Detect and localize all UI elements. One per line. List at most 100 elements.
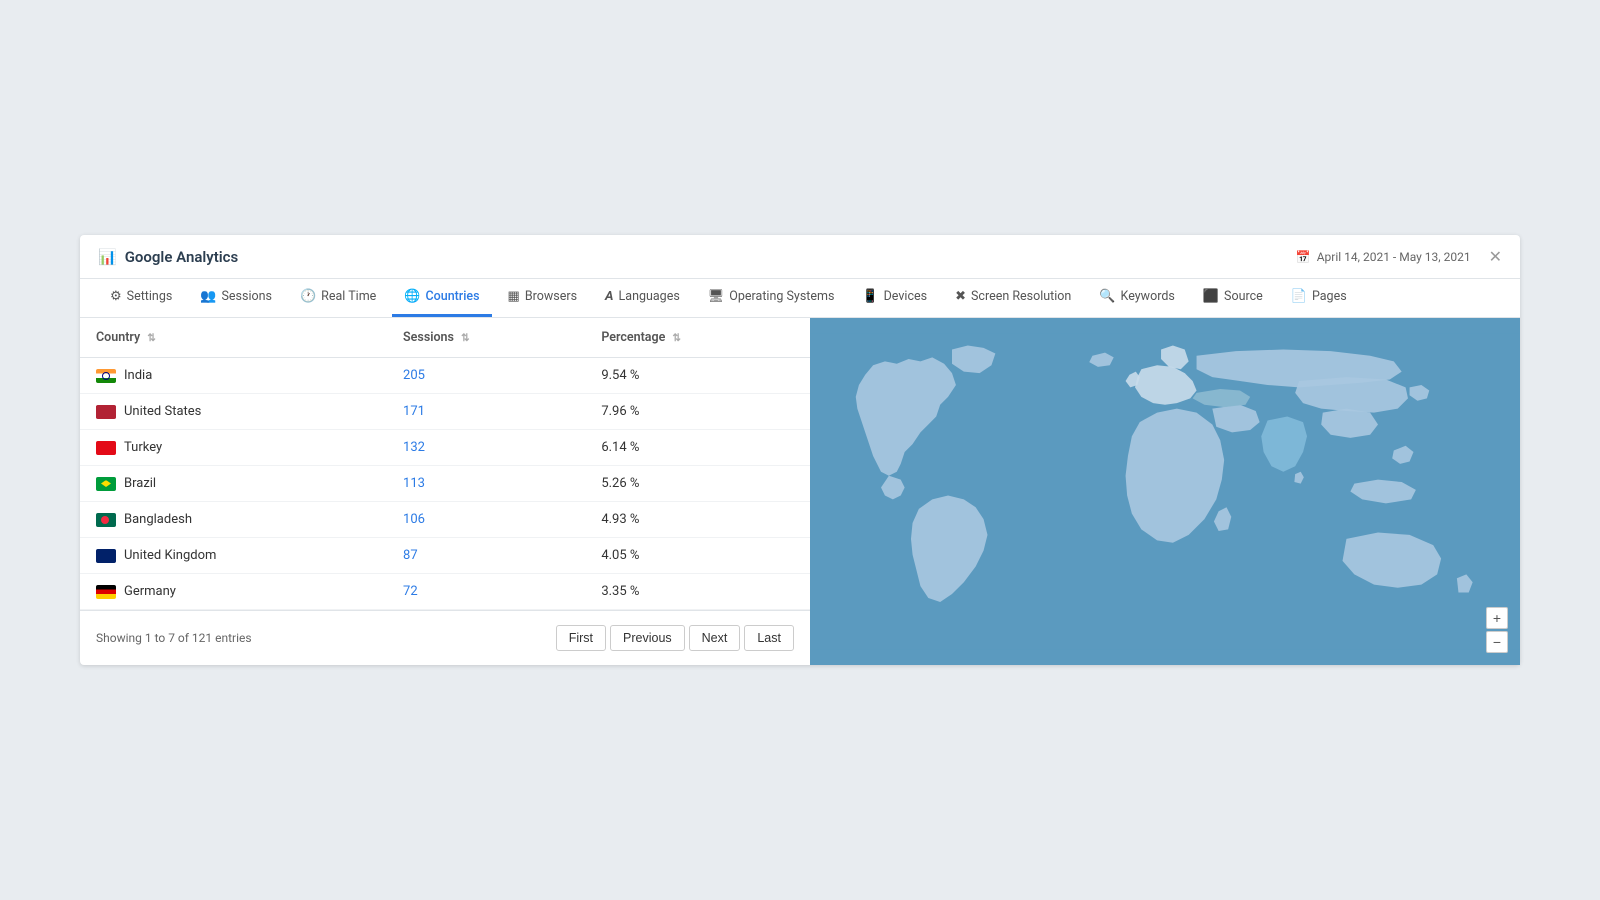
date-range-text: April 14, 2021 - May 13, 2021 [1317, 250, 1471, 264]
tab-sessions-label: Sessions [222, 289, 272, 304]
country-name: United Kingdom [124, 548, 216, 563]
tab-sessions[interactable]: 👥 Sessions [188, 279, 284, 317]
tab-devices[interactable]: 📱 Devices [850, 279, 939, 317]
tab-source-label: Source [1224, 289, 1263, 304]
tab-countries[interactable]: 🌐 Countries [392, 279, 491, 317]
countries-table: Country ⇅ Sessions ⇅ Percentage ⇅ India 2… [80, 318, 810, 610]
main-content: Country ⇅ Sessions ⇅ Percentage ⇅ India 2… [80, 318, 1520, 665]
widget-title: 📊 Google Analytics [98, 248, 238, 266]
country-name: Brazil [124, 476, 156, 491]
flag-in [96, 369, 116, 383]
languages-icon: A [605, 289, 613, 304]
tab-browsers-label: Browsers [525, 289, 577, 304]
tab-languages[interactable]: A Languages [593, 279, 692, 317]
analytics-icon: 📊 [98, 248, 117, 266]
flag-gb [96, 549, 116, 563]
col-country[interactable]: Country ⇅ [80, 318, 387, 358]
tab-pages[interactable]: 📄 Pages [1279, 279, 1359, 317]
percentage-cell: 6.14 % [585, 430, 810, 466]
tab-settings[interactable]: ⚙ Settings [98, 279, 184, 317]
tab-realtime[interactable]: 🕐 Real Time [288, 279, 388, 317]
sessions-cell: 87 [387, 538, 585, 574]
screen-icon: ✖ [955, 289, 966, 304]
previous-button[interactable]: Previous [610, 625, 685, 651]
tab-browsers[interactable]: ▦ Browsers [496, 279, 590, 317]
tab-devices-label: Devices [884, 289, 927, 304]
tab-realtime-label: Real Time [321, 289, 376, 304]
sort-country-icon: ⇅ [147, 333, 155, 344]
first-button[interactable]: First [556, 625, 606, 651]
country-cell: Bangladesh [80, 502, 387, 538]
date-range: 📅 April 14, 2021 - May 13, 2021 [1296, 250, 1471, 264]
percentage-cell: 4.93 % [585, 502, 810, 538]
widget-header: 📊 Google Analytics 📅 April 14, 2021 - Ma… [80, 235, 1520, 279]
tab-keywords[interactable]: 🔍 Keywords [1087, 279, 1186, 317]
sessions-cell: 72 [387, 574, 585, 610]
pagination-buttons: First Previous Next Last [556, 625, 794, 651]
table-row: United Kingdom 874.05 % [80, 538, 810, 574]
table-row: Turkey 1326.14 % [80, 430, 810, 466]
last-button[interactable]: Last [744, 625, 794, 651]
sessions-cell: 106 [387, 502, 585, 538]
table-row: Bangladesh 1064.93 % [80, 502, 810, 538]
keywords-icon: 🔍 [1099, 289, 1115, 304]
os-icon: 🖥 [708, 289, 725, 304]
table-row: United States 1717.96 % [80, 394, 810, 430]
zoom-out-button[interactable]: − [1486, 631, 1508, 653]
sessions-cell: 113 [387, 466, 585, 502]
next-button[interactable]: Next [689, 625, 741, 651]
settings-icon: ⚙ [110, 289, 122, 304]
percentage-cell: 3.35 % [585, 574, 810, 610]
realtime-icon: 🕐 [300, 289, 316, 304]
country-name: Bangladesh [124, 512, 192, 527]
flag-us [96, 405, 116, 419]
country-cell: Brazil [80, 466, 387, 502]
col-percentage[interactable]: Percentage ⇅ [585, 318, 810, 358]
pagination-row: Showing 1 to 7 of 121 entries First Prev… [80, 610, 810, 665]
country-cell: Germany [80, 574, 387, 610]
tab-countries-label: Countries [425, 289, 479, 304]
col-sessions[interactable]: Sessions ⇅ [387, 318, 585, 358]
country-name: United States [124, 404, 201, 419]
map-controls: + − [1486, 607, 1508, 653]
browsers-icon: ▦ [508, 289, 520, 304]
sessions-cell: 171 [387, 394, 585, 430]
flag-de [96, 585, 116, 599]
country-cell: Turkey [80, 430, 387, 466]
percentage-cell: 7.96 % [585, 394, 810, 430]
country-cell: United States [80, 394, 387, 430]
analytics-widget: 📊 Google Analytics 📅 April 14, 2021 - Ma… [80, 235, 1520, 665]
world-map [810, 318, 1520, 665]
widget-title-text: Google Analytics [125, 248, 239, 266]
flag-bd [96, 513, 116, 527]
tab-source[interactable]: ⬛ Source [1191, 279, 1275, 317]
percentage-cell: 5.26 % [585, 466, 810, 502]
tab-screen-label: Screen Resolution [971, 289, 1071, 304]
map-section: + − [810, 318, 1520, 665]
tab-os-label: Operating Systems [729, 289, 834, 304]
source-icon: ⬛ [1203, 289, 1219, 304]
tab-screen[interactable]: ✖ Screen Resolution [943, 279, 1083, 317]
country-name: India [124, 368, 152, 383]
zoom-in-button[interactable]: + [1486, 607, 1508, 629]
sessions-cell: 132 [387, 430, 585, 466]
country-name: Turkey [124, 440, 162, 455]
tab-os[interactable]: 🖥 Operating Systems [696, 279, 847, 317]
countries-icon: 🌐 [404, 289, 420, 304]
calendar-icon: 📅 [1296, 250, 1311, 264]
flag-br [96, 477, 116, 491]
sort-sessions-icon: ⇅ [461, 333, 469, 344]
sort-percentage-icon: ⇅ [672, 333, 680, 344]
devices-icon: 📱 [862, 289, 878, 304]
country-name: Germany [124, 584, 176, 599]
pagination-info: Showing 1 to 7 of 121 entries [96, 631, 252, 645]
table-row: Brazil 1135.26 % [80, 466, 810, 502]
tab-bar: ⚙ Settings 👥 Sessions 🕐 Real Time 🌐 Coun… [80, 279, 1520, 318]
close-button[interactable]: ✕ [1489, 247, 1502, 266]
tab-settings-label: Settings [127, 289, 173, 304]
country-cell: United Kingdom [80, 538, 387, 574]
sessions-cell: 205 [387, 358, 585, 394]
tab-pages-label: Pages [1312, 289, 1347, 304]
percentage-cell: 4.05 % [585, 538, 810, 574]
flag-tr [96, 441, 116, 455]
